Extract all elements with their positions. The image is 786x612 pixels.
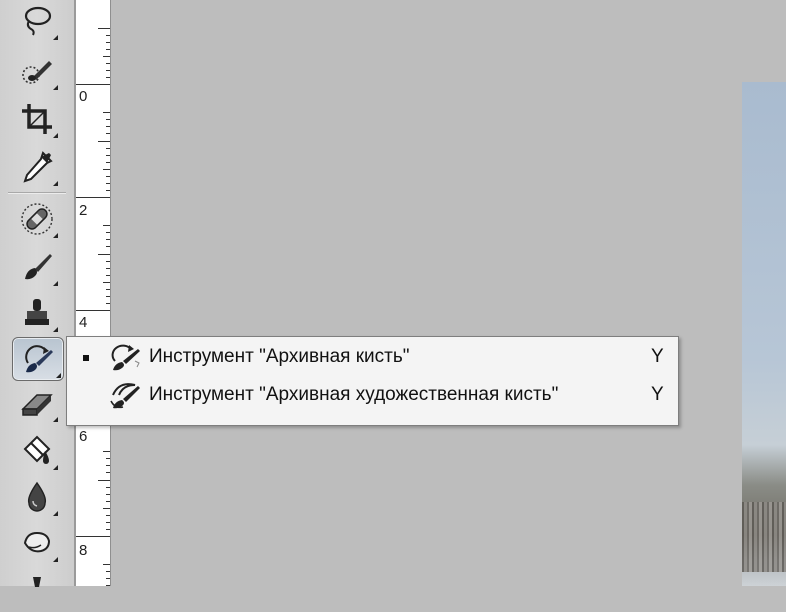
- brush-icon: [25, 254, 52, 280]
- brush-tool[interactable]: [14, 246, 60, 288]
- history-brush-tool[interactable]: [12, 337, 64, 381]
- finger-icon: [23, 531, 51, 553]
- ruler-tick: [103, 225, 110, 226]
- submenu-indicator-icon: [53, 557, 58, 562]
- tools-panel: [0, 0, 75, 587]
- eyedropper-tool[interactable]: [14, 146, 60, 188]
- ruler-tick: [98, 480, 110, 481]
- tool-flyout-menu: Инструмент "Архивная кисть" Y Инструмент…: [66, 336, 679, 426]
- stamp-icon: [25, 299, 49, 325]
- ruler-tick: [98, 254, 110, 255]
- paint-bucket-icon: [23, 435, 51, 464]
- ruler-tick: [76, 84, 110, 85]
- dodge-tool[interactable]: [14, 570, 60, 612]
- history-brush-icon: [111, 344, 140, 371]
- ruler-tick: [103, 282, 110, 283]
- smudge-tool[interactable]: [14, 522, 60, 564]
- submenu-indicator-icon: [53, 465, 58, 470]
- submenu-indicator-icon: [53, 233, 58, 238]
- quick-selection-tool[interactable]: [14, 50, 60, 92]
- menu-item-shortcut: Y: [651, 384, 664, 405]
- submenu-indicator-icon: [53, 133, 58, 138]
- toolbar-separator: [8, 192, 66, 193]
- crop-tool[interactable]: [14, 98, 60, 140]
- ruler-label: 0: [79, 88, 88, 105]
- selected-bullet-icon: [83, 355, 89, 361]
- lasso-icon: [24, 6, 52, 36]
- submenu-indicator-icon: [53, 281, 58, 286]
- drop-icon: [27, 481, 47, 512]
- eraser-icon: [21, 394, 53, 416]
- submenu-indicator-icon: [53, 35, 58, 40]
- menu-item-history-brush[interactable]: Инструмент "Архивная кисть" Y: [67, 339, 678, 377]
- quick-selection-brush-icon: [22, 61, 52, 84]
- clone-stamp-tool[interactable]: [14, 292, 60, 334]
- lasso-tool[interactable]: [14, 0, 60, 42]
- eyedropper-icon: [23, 151, 53, 183]
- crop-icon: [22, 104, 52, 134]
- ruler-tick: [103, 169, 110, 170]
- eraser-tool[interactable]: [14, 382, 60, 424]
- ruler-tick: [103, 56, 110, 57]
- ruler-label: 8: [79, 542, 88, 559]
- ruler-tick: [76, 536, 110, 537]
- image-trees: [742, 502, 786, 572]
- ruler-tick: [76, 310, 110, 311]
- vertical-ruler[interactable]: 0 2 4 6 8: [75, 0, 111, 586]
- ruler-tick: [103, 508, 110, 509]
- history-brush-icon: [25, 345, 53, 373]
- ruler-label: 6: [79, 428, 88, 445]
- ruler-tick: [103, 112, 110, 113]
- paint-bucket-tool[interactable]: [14, 430, 60, 472]
- bandage-icon: [21, 203, 53, 235]
- ruler-label: 4: [79, 314, 88, 331]
- art-history-brush-icon: [110, 383, 140, 409]
- submenu-indicator-icon: [53, 85, 58, 90]
- submenu-indicator-icon: [53, 181, 58, 186]
- ruler-tick: [98, 28, 110, 29]
- menu-item-label: Инструмент "Архивная художественная кист…: [149, 384, 559, 405]
- submenu-indicator-icon: [56, 373, 61, 378]
- blur-tool[interactable]: [14, 476, 60, 518]
- ruler-tick: [103, 451, 110, 452]
- submenu-indicator-icon: [53, 327, 58, 332]
- menu-item-shortcut: Y: [651, 346, 664, 367]
- canvas-workspace[interactable]: [110, 0, 786, 586]
- menu-item-art-history-brush[interactable]: Инструмент "Архивная художественная кист…: [67, 377, 678, 415]
- pen-icon: [33, 577, 41, 587]
- submenu-indicator-icon: [53, 511, 58, 516]
- ruler-tick: [103, 564, 110, 565]
- spot-healing-brush-tool[interactable]: [14, 198, 60, 240]
- submenu-indicator-icon: [53, 417, 58, 422]
- ruler-tick: [76, 197, 110, 198]
- ruler-tick: [98, 141, 110, 142]
- ruler-label: 2: [79, 202, 88, 219]
- document-image[interactable]: [742, 82, 786, 586]
- menu-item-label: Инструмент "Архивная кисть": [149, 346, 410, 367]
